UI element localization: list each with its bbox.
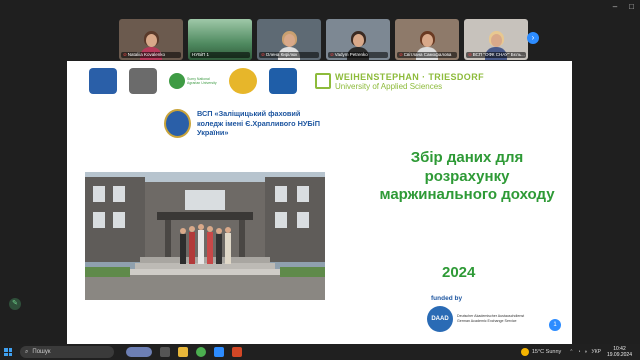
daad-mark: DAAD <box>427 306 453 332</box>
chevron-up-icon[interactable]: ⌃ <box>569 349 573 355</box>
mic-muted-icon: ⊘ <box>468 52 472 57</box>
next-participants-button[interactable]: › <box>527 32 539 44</box>
windows-icon <box>4 348 12 356</box>
taskbar-search[interactable]: ⌕ Пошук <box>20 346 114 358</box>
network-icon[interactable]: ◔ <box>577 349 580 355</box>
annotate-icon[interactable]: ✎ <box>9 298 21 310</box>
task-view-icon[interactable] <box>160 347 170 357</box>
chrome-icon[interactable] <box>196 347 206 357</box>
participant-name: ⊘ВСП "ОФК СНАУ" Бєль... <box>466 52 526 58</box>
search-icon: ⌕ <box>25 348 29 355</box>
sumy-logo-text: Sumy National Agrarian University <box>187 77 217 85</box>
video-strip: ⊘Nataliia Kovalenko НУБіП 1 ⊘Олена Кирілюк… <box>119 19 528 60</box>
clock-date: 19.09.2024 <box>606 352 632 358</box>
powerpoint-icon[interactable] <box>232 347 242 357</box>
college-block: ВСП «Заліщицький фаховий коледж імені Є.… <box>164 109 327 138</box>
participant-name-text: НУБіП 1 <box>192 52 210 57</box>
file-explorer-icon[interactable] <box>178 347 188 357</box>
ministry-logo <box>129 68 157 94</box>
weather-widget[interactable]: 15°C Sunny <box>520 348 562 356</box>
group-photo-illustration <box>85 172 325 300</box>
group-photo <box>85 172 325 300</box>
taskbar: ⌕ Пошук 15°C Sunny ⌃ ◔ ◗ УКР 10:42 19.09… <box>0 344 640 360</box>
daad-logo: DAAD Deutscher Akademischer Austauschdie… <box>427 306 527 332</box>
participant-tile[interactable]: ⊘Vadym Petrenko <box>326 19 390 60</box>
ws-mark <box>315 73 331 89</box>
daad-text: Deutscher Akademischer Austauschdienst G… <box>457 314 525 323</box>
participant-name-text: ВСП "ОФК СНАУ" Бєль... <box>472 52 525 57</box>
sumy-mark <box>169 73 185 89</box>
slide-page-number: 1 <box>549 319 561 331</box>
ws-line1: WEIHENSTEPHAN · TRIESDORF <box>335 71 485 82</box>
participant-name-text: Світлана Самофалова <box>403 52 452 57</box>
start-button[interactable] <box>0 344 16 360</box>
slide-title: Збір даних для розрахунку маржинального … <box>379 149 555 203</box>
sumy-nau-logo: Sumy National Agrarian University <box>169 68 217 94</box>
clock[interactable]: 10:42 19.09.2024 <box>607 346 632 358</box>
participant-tile[interactable]: НУБіП 1 <box>188 19 252 60</box>
weihenstephan-logo: WEIHENSTEPHAN · TRIESDORF University of A… <box>315 72 484 91</box>
college-logo <box>164 109 191 138</box>
participant-name: ⊘Nataliia Kovalenko <box>121 52 181 58</box>
mic-muted-icon: ⊘ <box>261 52 265 57</box>
mic-muted-icon: ⊘ <box>330 52 334 57</box>
zoom-icon[interactable] <box>214 347 224 357</box>
participant-name: ⊘Vadym Petrenko <box>328 52 388 58</box>
participant-name-text: Олена Кирілюк <box>265 52 298 57</box>
shared-slide: Sumy National Agrarian University WEIHENS… <box>67 61 572 344</box>
participant-tile[interactable]: ⊘Світлана Самофалова <box>395 19 459 60</box>
partner-logos: Sumy National Agrarian University WEIHENS… <box>89 68 484 94</box>
slide-year: 2024 <box>442 264 476 281</box>
participant-name: НУБіП 1 <box>190 52 250 58</box>
language-indicator[interactable]: УКР <box>592 349 601 355</box>
mic-muted-icon: ⊘ <box>123 52 127 57</box>
weather-text: 15°C Sunny <box>531 349 562 355</box>
university-seal-logo <box>229 68 257 94</box>
system-tray: ⌃ ◔ ◗ УКР <box>569 349 601 355</box>
minimize-button[interactable]: – <box>613 2 617 11</box>
mic-muted-icon: ⊘ <box>399 52 403 57</box>
sun-icon <box>520 348 529 356</box>
maximize-button[interactable]: □ <box>629 2 634 11</box>
participant-name: ⊘Світлана Самофалова <box>397 52 457 58</box>
participant-tile[interactable]: ⊘Nataliia Kovalenko <box>119 19 183 60</box>
participant-name-text: Nataliia Kovalenko <box>127 52 166 57</box>
participant-name: ⊘Олена Кирілюк <box>259 52 319 58</box>
coat-of-arms-logo <box>89 68 117 94</box>
volume-icon[interactable]: ◗ <box>585 349 588 355</box>
taskbar-apps <box>126 347 242 357</box>
participant-tile[interactable]: ⊘Олена Кирілюк <box>257 19 321 60</box>
college-name: ВСП «Заліщицький фаховий коледж імені Є.… <box>197 109 320 137</box>
search-placeholder: Пошук <box>32 349 51 355</box>
shield-logo <box>269 68 297 94</box>
participant-name-text: Vadym Petrenko <box>334 52 368 57</box>
participant-tile[interactable]: ⊘ВСП "ОФК СНАУ" Бєль... <box>464 19 528 60</box>
ws-line2: University of Applied Sciences <box>335 81 443 91</box>
zoom-meeting-window: – □ ⊘Nataliia Kovalenko НУБіП 1 ⊘Олена Кир… <box>0 0 640 360</box>
landscape-widget-icon[interactable] <box>126 347 152 357</box>
funded-by-label: funded by <box>431 295 463 302</box>
window-controls: – □ <box>613 2 634 11</box>
